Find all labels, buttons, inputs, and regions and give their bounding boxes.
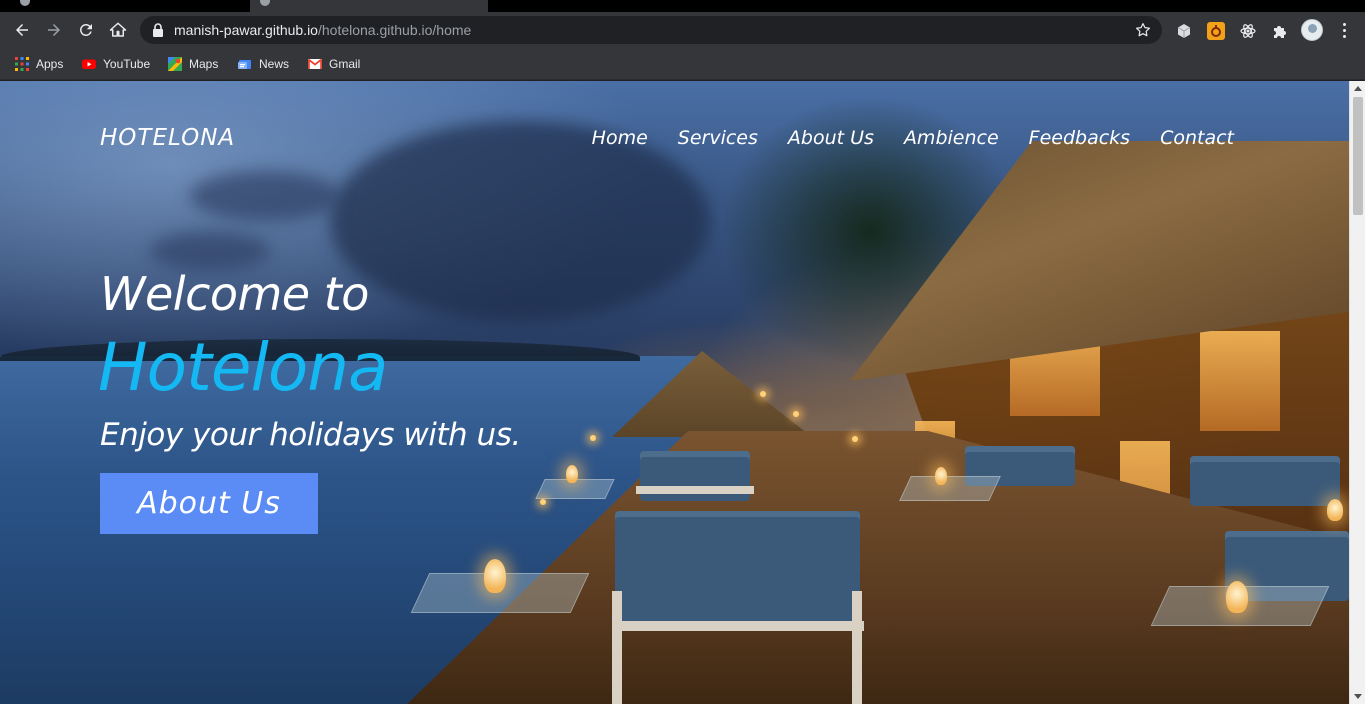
tab-favicon-icon [260, 0, 270, 6]
hero-tagline: Enjoy your holidays with us. [100, 417, 521, 453]
cloud-shape [150, 231, 270, 271]
about-us-button[interactable]: About Us [100, 473, 318, 534]
bookmark-label: Maps [189, 57, 219, 71]
url-text: manish-pawar.github.io/hotelona.github.i… [174, 22, 471, 38]
home-button[interactable] [104, 16, 132, 44]
sofa-frame-shape [852, 591, 862, 704]
bookmark-label: News [259, 57, 290, 71]
forward-button[interactable] [40, 16, 68, 44]
lantern-shape [1327, 499, 1343, 521]
hero-brand-title: Hotelona [98, 329, 388, 406]
apps-grid-icon [15, 57, 29, 71]
lantern-shape [1226, 581, 1248, 613]
tab-strip [0, 0, 1365, 12]
sofa-shape [1190, 456, 1340, 506]
cloud-shape [190, 171, 340, 221]
bookmark-youtube[interactable]: YouTube [82, 55, 150, 73]
youtube-icon [82, 57, 96, 71]
bookmark-label: Apps [36, 57, 64, 71]
page-viewport: HOTELONA Home Services About Us Ambience… [0, 81, 1349, 704]
url-path: /hotelona.github.io/home [317, 22, 472, 38]
nav-home[interactable]: Home [592, 127, 648, 149]
tab-favicon-icon [20, 0, 30, 6]
news-icon [238, 57, 252, 71]
scrollbar-thumb[interactable] [1353, 97, 1363, 215]
light-dot [760, 391, 766, 397]
reload-icon [79, 23, 92, 36]
nav-contact[interactable]: Contact [1160, 127, 1234, 149]
bookmarks-bar: Apps YouTube Maps News Gmail [0, 48, 1365, 80]
page-scrollbar[interactable] [1349, 81, 1365, 704]
window-glow [1200, 331, 1280, 431]
main-nav: Home Services About Us Ambience Feedback… [592, 127, 1234, 149]
arrow-left-icon [16, 24, 28, 36]
home-icon [109, 22, 127, 37]
gmail-icon [307, 57, 323, 71]
bookmark-news[interactable]: News [238, 55, 289, 73]
glass-table-shape [899, 476, 1001, 501]
sofa-frame-shape [636, 486, 754, 494]
nav-services[interactable]: Services [678, 127, 758, 149]
extensions-puzzle-icon[interactable] [1271, 22, 1289, 40]
nav-ambience[interactable]: Ambience [904, 127, 999, 149]
light-dot [540, 499, 546, 505]
chrome-menu-icon[interactable] [1334, 20, 1354, 40]
arrow-right-icon [48, 24, 60, 36]
cloud-shape [330, 121, 710, 321]
bookmark-maps[interactable]: Maps [168, 55, 218, 73]
light-dot [793, 411, 799, 417]
lantern-shape [935, 467, 947, 485]
reload-button[interactable] [72, 16, 100, 44]
lantern-shape [484, 559, 506, 593]
maps-icon [168, 57, 182, 71]
sofa-shape [615, 511, 860, 631]
scroll-up-arrow-icon[interactable] [1354, 86, 1362, 91]
active-tab[interactable] [250, 0, 488, 12]
bookmark-label: YouTube [103, 57, 151, 71]
bookmark-gmail[interactable]: Gmail [307, 55, 361, 73]
sofa-frame-shape [612, 621, 864, 631]
back-button[interactable] [8, 16, 36, 44]
nav-about-us[interactable]: About Us [788, 127, 874, 149]
light-dot [852, 436, 858, 442]
site-logo[interactable]: HOTELONA [100, 125, 235, 151]
extension-orange-icon[interactable] [1207, 22, 1225, 40]
hero-welcome-text: Welcome to [100, 267, 369, 321]
address-bar[interactable]: manish-pawar.github.io/hotelona.github.i… [140, 16, 1162, 44]
extension-cube-icon[interactable] [1175, 22, 1193, 40]
bookmark-label: Gmail [329, 57, 361, 71]
lantern-shape [566, 465, 578, 483]
bookmark-star-icon[interactable] [1134, 21, 1152, 39]
bookmark-apps[interactable]: Apps [15, 55, 63, 73]
react-devtools-icon[interactable] [1239, 22, 1257, 40]
browser-toolbar: manish-pawar.github.io/hotelona.github.i… [0, 12, 1365, 48]
url-host: manish-pawar.github.io [174, 22, 318, 38]
nav-feedbacks[interactable]: Feedbacks [1029, 127, 1130, 149]
lock-icon [153, 23, 163, 37]
scroll-down-arrow-icon[interactable] [1354, 694, 1362, 699]
profile-avatar[interactable] [1301, 19, 1323, 41]
sofa-frame-shape [612, 591, 622, 704]
light-dot [590, 435, 596, 441]
